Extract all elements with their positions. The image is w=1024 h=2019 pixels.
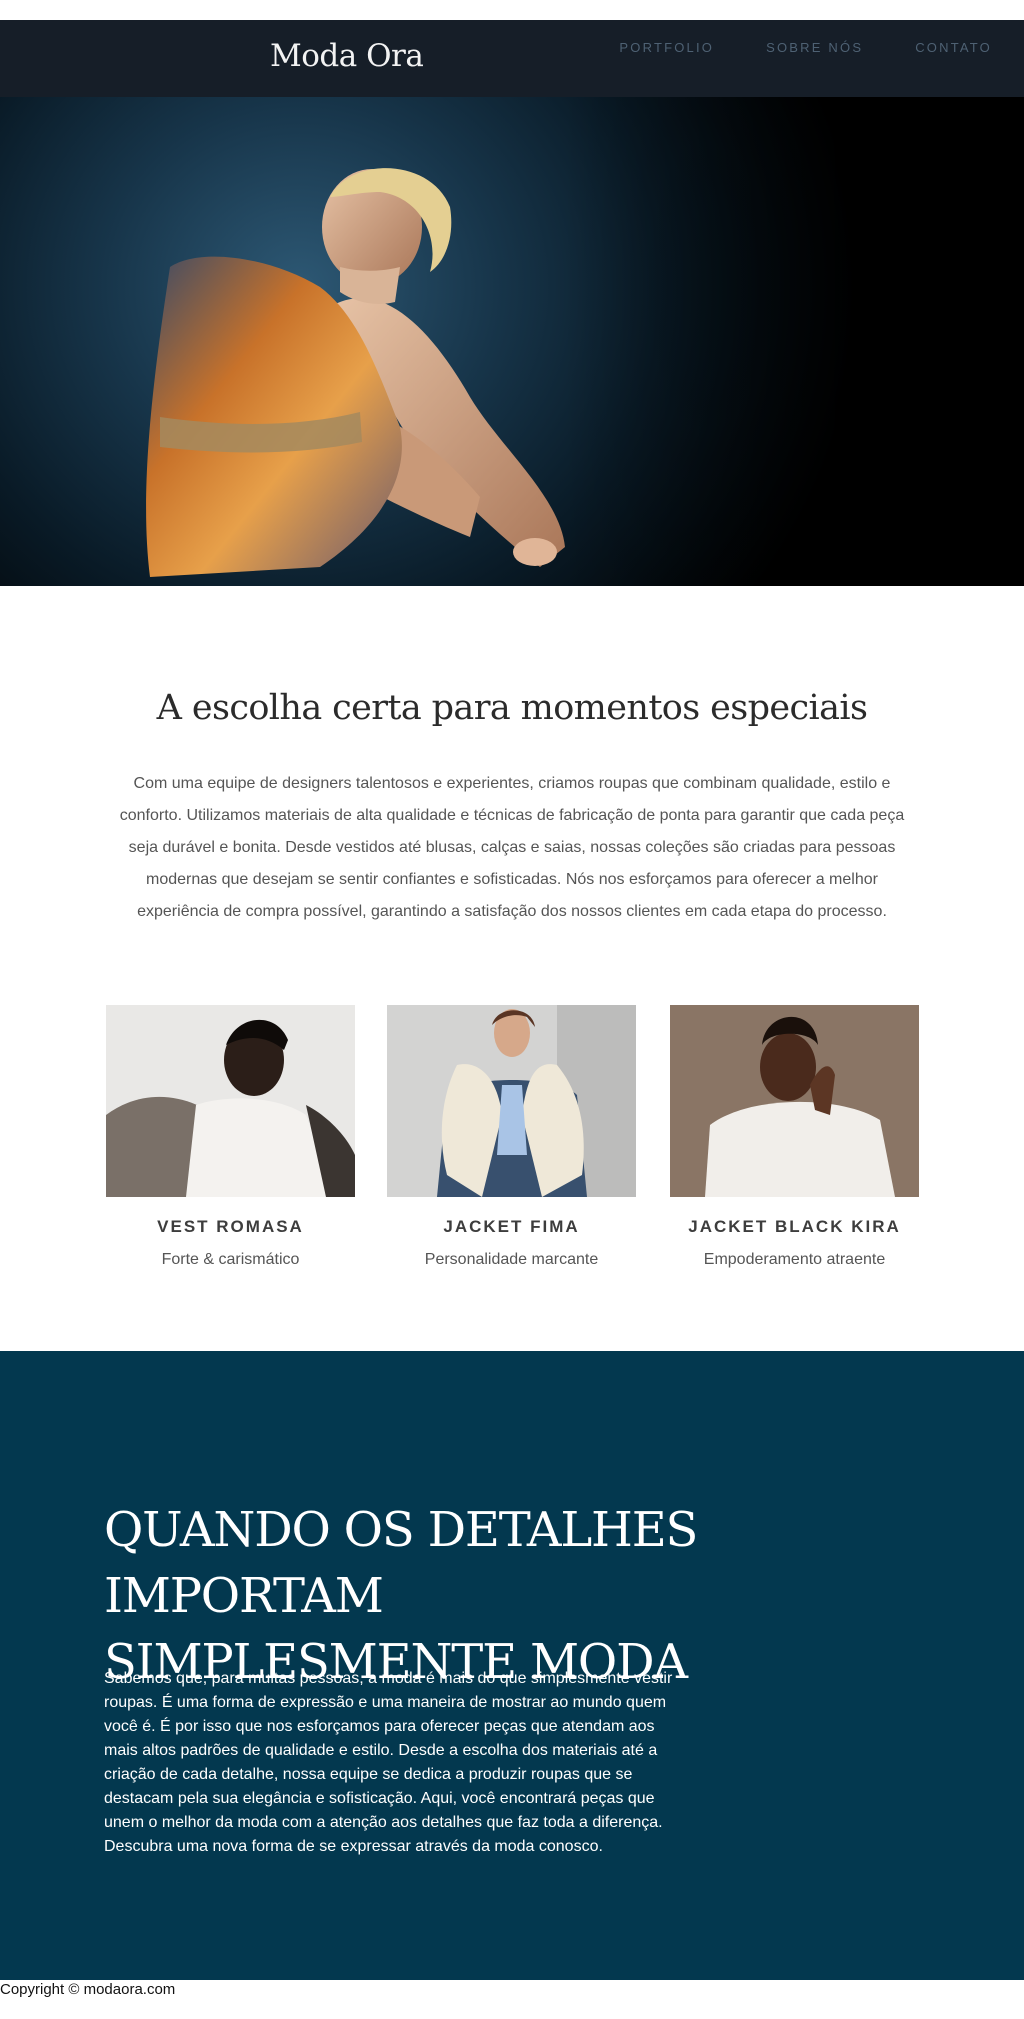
product-card[interactable]: VEST ROMASA Forte & carismático xyxy=(106,1005,355,1269)
product-description: Personalidade marcante xyxy=(424,1251,599,1268)
details-paragraph: Sabemos que, para muitas pessoas, a moda… xyxy=(104,1670,673,1855)
site-header: Moda Ora PORTFOLIO SOBRE NÓS CONTATO xyxy=(0,20,1024,97)
brand-logo[interactable]: Moda Ora xyxy=(270,38,424,74)
product-card[interactable]: JACKET BLACK KIRA Empoderamento atraente xyxy=(670,1005,919,1269)
intro-paragraph: Com uma equipe de designers talentosos e… xyxy=(119,775,905,920)
product-card[interactable]: JACKET FIMA Personalidade marcante xyxy=(387,1005,636,1269)
product-name: JACKET FIMA xyxy=(443,1217,580,1236)
hero-model-photo xyxy=(0,97,1024,586)
details-title: QUANDO OS DETALHES IMPORTAM SIMPLESMENTE… xyxy=(104,1497,964,1695)
nav-sobre-nos[interactable]: SOBRE NÓS xyxy=(766,40,863,55)
product-image-jacket-black-kira[interactable] xyxy=(670,1005,919,1197)
main-nav: PORTFOLIO SOBRE NÓS CONTATO xyxy=(619,40,992,55)
nav-portfolio[interactable]: PORTFOLIO xyxy=(619,40,714,55)
product-name: JACKET BLACK KIRA xyxy=(688,1217,901,1236)
details-title-line1: QUANDO OS DETALHES IMPORTAM xyxy=(104,1502,698,1624)
footer-copyright: Copyright © modaora.com xyxy=(0,1981,176,1998)
product-image-jacket-fima[interactable] xyxy=(387,1005,636,1197)
details-section: QUANDO OS DETALHES IMPORTAM SIMPLESMENTE… xyxy=(0,1351,1024,1980)
intro-title: A escolha certa para momentos especiais xyxy=(156,688,868,728)
nav-contato[interactable]: CONTATO xyxy=(915,40,992,55)
hero-banner xyxy=(0,97,1024,586)
product-description: Empoderamento atraente xyxy=(703,1251,886,1268)
product-name: VEST ROMASA xyxy=(157,1217,304,1236)
product-image-vest-romasa[interactable] xyxy=(106,1005,355,1197)
product-description: Forte & carismático xyxy=(161,1251,300,1268)
